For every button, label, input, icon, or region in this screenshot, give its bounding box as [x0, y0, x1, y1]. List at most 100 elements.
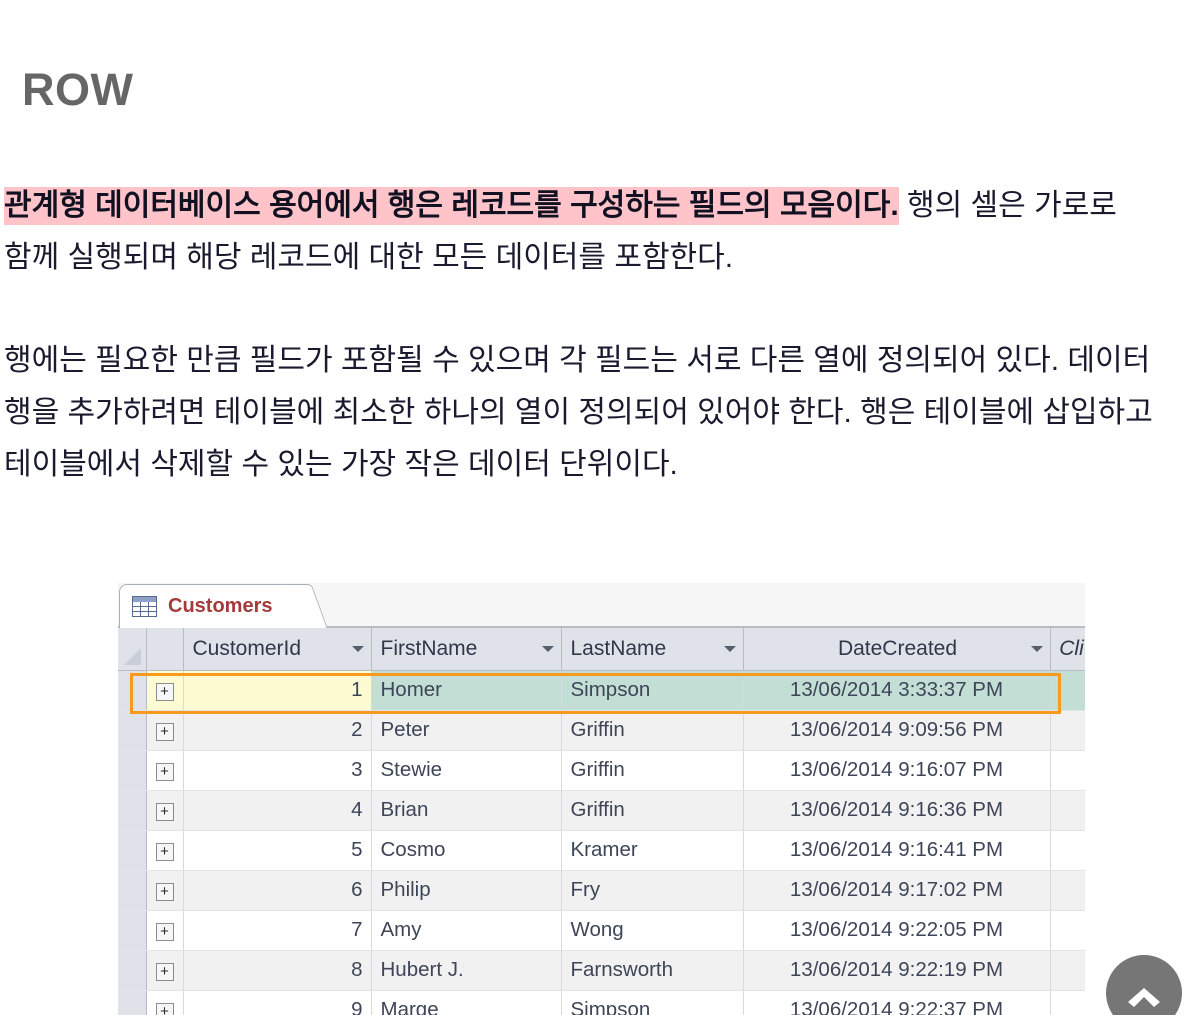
table-row[interactable]: + 1 Homer Simpson 13/06/2014 3:33:37 PM	[118, 670, 1085, 711]
cell-client[interactable]	[1050, 950, 1085, 991]
column-header-firstname[interactable]: FirstName	[371, 628, 562, 671]
plus-icon[interactable]: +	[155, 763, 174, 781]
column-header-datecreated[interactable]: DateCreated	[743, 628, 1051, 671]
cell-client[interactable]	[1050, 910, 1085, 951]
plus-icon[interactable]: +	[155, 963, 174, 981]
cell-lastname[interactable]: Farnsworth	[561, 950, 744, 991]
plus-icon[interactable]: +	[155, 1003, 174, 1015]
cell-customerid[interactable]: 4	[183, 790, 372, 831]
cell-datecreated[interactable]: 13/06/2014 9:22:05 PM	[743, 910, 1051, 951]
cell-customerid[interactable]: 2	[183, 710, 372, 751]
cell-client[interactable]	[1050, 830, 1085, 871]
cell-customerid[interactable]: 7	[183, 910, 372, 951]
table-row[interactable]: + 7 Amy Wong 13/06/2014 9:22:05 PM	[118, 910, 1085, 951]
plus-icon[interactable]: +	[155, 883, 174, 901]
row-selector[interactable]	[118, 870, 147, 911]
row-expander-cell[interactable]: +	[146, 710, 184, 751]
row-expander-cell[interactable]: +	[146, 790, 184, 831]
cell-lastname[interactable]: Kramer	[561, 830, 744, 871]
cell-datecreated[interactable]: 13/06/2014 9:22:37 PM	[743, 990, 1051, 1015]
row-selector[interactable]	[118, 670, 147, 711]
cell-lastname[interactable]: Griffin	[561, 710, 744, 751]
chevron-down-icon[interactable]	[1030, 645, 1043, 652]
row-expander-cell[interactable]: +	[146, 990, 184, 1015]
cell-firstname[interactable]: Amy	[371, 910, 562, 951]
cell-datecreated[interactable]: 13/06/2014 9:09:56 PM	[743, 710, 1051, 751]
table-row[interactable]: + 8 Hubert J. Farnsworth 13/06/2014 9:22…	[118, 950, 1085, 991]
cell-firstname[interactable]: Cosmo	[371, 830, 562, 871]
row-expander-cell[interactable]: +	[146, 750, 184, 791]
cell-datecreated[interactable]: 13/06/2014 9:16:36 PM	[743, 790, 1051, 831]
cell-customerid[interactable]: 5	[183, 830, 372, 871]
cell-firstname[interactable]: Philip	[371, 870, 562, 911]
cell-firstname[interactable]: Homer	[371, 670, 562, 711]
table-row[interactable]: + 6 Philip Fry 13/06/2014 9:17:02 PM	[118, 870, 1085, 911]
document-tab-label: Customers	[168, 595, 273, 617]
plus-icon[interactable]: +	[155, 843, 174, 861]
column-header-firstname-label: FirstName	[380, 636, 478, 660]
cell-datecreated[interactable]: 13/06/2014 9:16:07 PM	[743, 750, 1051, 791]
column-header-client-label: Cli	[1059, 636, 1084, 660]
cell-client[interactable]	[1050, 990, 1085, 1015]
row-expander-cell[interactable]: +	[146, 870, 184, 911]
article-paragraph-2: 행에는 필요한 만큼 필드가 포함될 수 있으며 각 필드는 서로 다른 열에 …	[4, 344, 1153, 481]
cell-customerid[interactable]: 3	[183, 750, 372, 791]
plus-icon[interactable]: +	[155, 683, 174, 701]
scroll-to-top-button[interactable]	[1106, 955, 1182, 1015]
cell-customerid[interactable]: 9	[183, 990, 372, 1015]
cell-datecreated[interactable]: 13/06/2014 3:33:37 PM	[743, 670, 1051, 711]
cell-client[interactable]	[1050, 710, 1085, 751]
cell-lastname[interactable]: Fry	[561, 870, 744, 911]
row-expander-cell[interactable]: +	[146, 950, 184, 991]
cell-lastname[interactable]: Simpson	[561, 670, 744, 711]
column-header-lastname-label: LastName	[570, 636, 667, 660]
cell-client[interactable]	[1050, 750, 1085, 791]
chevron-down-icon[interactable]	[351, 645, 364, 652]
cell-client[interactable]	[1050, 670, 1085, 711]
cell-firstname[interactable]: Marge	[371, 990, 562, 1015]
row-expander-cell[interactable]: +	[146, 670, 184, 711]
row-selector[interactable]	[118, 990, 147, 1015]
table-icon	[132, 596, 157, 617]
cell-datecreated[interactable]: 13/06/2014 9:16:41 PM	[743, 830, 1051, 871]
row-selector[interactable]	[118, 950, 147, 991]
table-row[interactable]: + 4 Brian Griffin 13/06/2014 9:16:36 PM	[118, 790, 1085, 831]
table-row[interactable]: + 3 Stewie Griffin 13/06/2014 9:16:07 PM	[118, 750, 1085, 791]
plus-icon[interactable]: +	[155, 803, 174, 821]
table-row[interactable]: + 9 Marge Simpson 13/06/2014 9:22:37 PM	[118, 990, 1085, 1015]
column-header-client-truncated[interactable]: Cli	[1050, 628, 1085, 671]
cell-firstname[interactable]: Brian	[371, 790, 562, 831]
table-row[interactable]: + 2 Peter Griffin 13/06/2014 9:09:56 PM	[118, 710, 1085, 751]
row-selector[interactable]	[118, 910, 147, 951]
row-selector[interactable]	[118, 710, 147, 751]
row-expander-cell[interactable]: +	[146, 830, 184, 871]
chevron-down-icon[interactable]	[541, 645, 554, 652]
table-row[interactable]: + 5 Cosmo Kramer 13/06/2014 9:16:41 PM	[118, 830, 1085, 871]
cell-lastname[interactable]: Simpson	[561, 990, 744, 1015]
cell-customerid[interactable]: 6	[183, 870, 372, 911]
cell-firstname[interactable]: Stewie	[371, 750, 562, 791]
cell-datecreated[interactable]: 13/06/2014 9:22:19 PM	[743, 950, 1051, 991]
cell-firstname[interactable]: Peter	[371, 710, 562, 751]
plus-icon[interactable]: +	[155, 723, 174, 741]
cell-lastname[interactable]: Wong	[561, 910, 744, 951]
cell-customerid[interactable]: 8	[183, 950, 372, 991]
cell-lastname[interactable]: Griffin	[561, 790, 744, 831]
cell-lastname[interactable]: Griffin	[561, 750, 744, 791]
column-header-customerid[interactable]: CustomerId	[183, 628, 372, 671]
document-tab-customers[interactable]: Customers	[119, 584, 308, 628]
datasheet-grid: CustomerId FirstName LastName DateCreate…	[118, 628, 1085, 1015]
cell-datecreated[interactable]: 13/06/2014 9:17:02 PM	[743, 870, 1051, 911]
select-all-corner[interactable]	[118, 628, 147, 671]
column-header-lastname[interactable]: LastName	[561, 628, 744, 671]
cell-client[interactable]	[1050, 790, 1085, 831]
plus-icon[interactable]: +	[155, 923, 174, 941]
chevron-down-icon[interactable]	[723, 645, 736, 652]
row-expander-cell[interactable]: +	[146, 910, 184, 951]
cell-client[interactable]	[1050, 870, 1085, 911]
row-selector[interactable]	[118, 830, 147, 871]
row-selector[interactable]	[118, 750, 147, 791]
cell-firstname[interactable]: Hubert J.	[371, 950, 562, 991]
cell-customerid[interactable]: 1	[183, 670, 372, 711]
row-selector[interactable]	[118, 790, 147, 831]
